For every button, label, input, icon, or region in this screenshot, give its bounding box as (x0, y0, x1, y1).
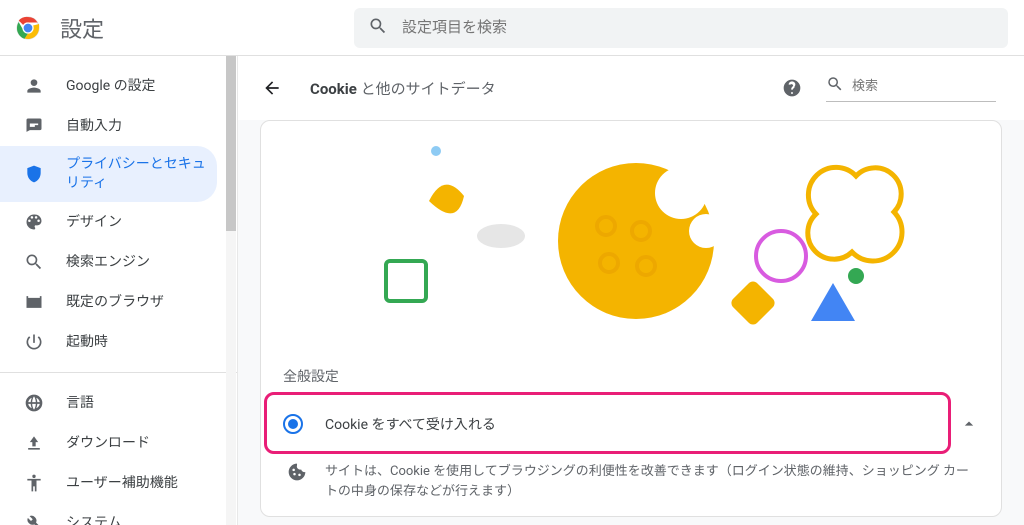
cookie-hero-illustration (261, 121, 1001, 346)
page-title: 設定 (60, 12, 144, 44)
search-icon (826, 75, 852, 97)
sidebar-item-default-browser[interactable]: 既定のブラウザ (0, 282, 217, 322)
sidebar-item-label: システム (66, 514, 122, 525)
settings-sidebar: Google の設定 自動入力 プライバシーとセキュリティ デザイン 検索エンジ (0, 56, 238, 525)
search-icon (368, 16, 402, 40)
cookie-subheader: Cookie と他のサイトデータ (238, 56, 1024, 120)
allow-all-cookies-option[interactable]: Cookie をすべて受け入れる (261, 400, 1001, 448)
cookie-search-input[interactable] (852, 78, 996, 93)
settings-search-input[interactable] (402, 19, 994, 36)
cookie-search[interactable] (826, 75, 996, 102)
settings-search[interactable] (354, 8, 1008, 48)
sidebar-item-autofill[interactable]: 自動入力 (0, 106, 217, 146)
sidebar-item-label: ダウンロード (66, 434, 150, 453)
sidebar-item-on-startup[interactable]: 起動時 (0, 322, 217, 362)
autofill-icon (24, 116, 44, 136)
radio-selected-icon[interactable] (283, 414, 303, 434)
chevron-up-icon[interactable] (959, 414, 979, 434)
wrench-icon (24, 513, 44, 525)
sidebar-item-label: ユーザー補助機能 (66, 474, 178, 493)
sidebar-item-search-engine[interactable]: 検索エンジン (0, 242, 217, 282)
sidebar-item-accessibility[interactable]: ユーザー補助機能 (0, 463, 217, 503)
sidebar-item-label: 既定のブラウザ (66, 293, 164, 312)
sidebar-item-downloads[interactable]: ダウンロード (0, 423, 217, 463)
search-icon (24, 252, 44, 272)
option-description: サイトは、Cookie を使用してブラウジングの利便性を改善できます（ログイン状… (325, 462, 979, 502)
globe-icon (24, 393, 44, 413)
sidebar-item-label: Google の設定 (66, 77, 156, 96)
accessibility-icon (24, 473, 44, 493)
cookie-settings-card: 全般設定 Cookie をすべて受け入れる (260, 120, 1002, 517)
subheader-title-strong: Cookie (310, 80, 357, 98)
sidebar-item-label: 言語 (66, 394, 94, 413)
power-icon (24, 332, 44, 352)
chrome-logo-icon (16, 16, 40, 40)
download-icon (24, 433, 44, 453)
sidebar-item-label: 検索エンジン (66, 253, 150, 272)
sidebar-item-label: 起動時 (66, 333, 108, 352)
sidebar-item-label: デザイン (66, 213, 122, 232)
sidebar-item-language[interactable]: 言語 (0, 383, 217, 423)
sidebar-scrollbar-thumb[interactable] (226, 56, 236, 231)
sidebar-separator (0, 372, 237, 373)
back-button[interactable] (262, 78, 282, 98)
subheader-title-rest: と他のサイトデータ (357, 80, 496, 98)
cookie-icon (287, 462, 307, 482)
sidebar-item-system[interactable]: システム (0, 503, 217, 525)
help-icon[interactable] (782, 78, 802, 98)
subheader-title: Cookie と他のサイトデータ (310, 78, 782, 99)
palette-icon (24, 212, 44, 232)
sidebar-item-privacy[interactable]: プライバシーとセキュリティ (0, 146, 217, 202)
option-description-row: サイトは、Cookie を使用してブラウジングの利便性を改善できます（ログイン状… (261, 448, 1001, 516)
general-settings-heading: 全般設定 (261, 346, 1001, 394)
shield-icon (24, 164, 44, 184)
browser-icon (24, 292, 44, 312)
sidebar-item-label: プライバシーとセキュリティ (66, 155, 217, 193)
top-bar: 設定 (0, 0, 1024, 56)
person-icon (24, 76, 44, 96)
option-label: Cookie をすべて受け入れる (325, 414, 496, 434)
sidebar-item-appearance[interactable]: デザイン (0, 202, 217, 242)
sidebar-item-google[interactable]: Google の設定 (0, 66, 217, 106)
sidebar-item-label: 自動入力 (66, 117, 122, 136)
